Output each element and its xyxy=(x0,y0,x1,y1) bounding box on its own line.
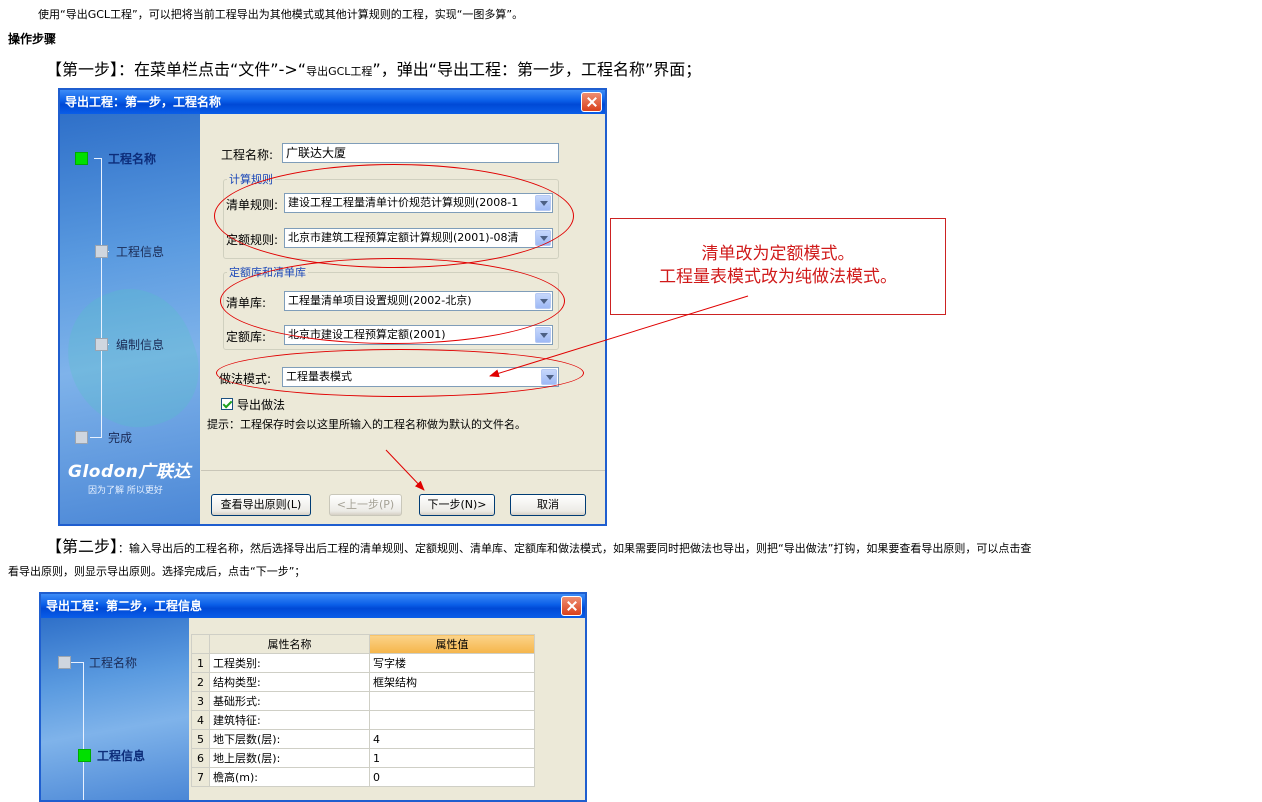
dialog2-close-icon[interactable] xyxy=(561,596,582,616)
property-value[interactable]: 框架结构 xyxy=(369,672,535,692)
property-value[interactable] xyxy=(369,710,535,730)
property-name: 檐高(m): xyxy=(209,767,370,787)
property-name: 地上层数(层): xyxy=(209,748,370,768)
table-row[interactable]: 6 地上层数(层): 1 xyxy=(191,748,535,768)
table-row[interactable]: 4 建筑特征: xyxy=(191,710,535,730)
tree-item-project-name: 工程名称 xyxy=(89,656,138,670)
arrow-to-mode xyxy=(489,295,749,378)
property-value[interactable]: 1 xyxy=(369,748,535,768)
property-value[interactable] xyxy=(369,691,535,711)
row-number: 7 xyxy=(191,767,210,787)
table-row[interactable]: 5 地下层数(层): 4 xyxy=(191,729,535,749)
row-number: 2 xyxy=(191,672,210,692)
dialog2-titlebar: 导出工程：第二步，工程信息 xyxy=(41,594,585,618)
dialog2-sidepanel: 工程名称 工程信息 xyxy=(41,618,189,800)
property-name: 工程类别: xyxy=(209,653,370,673)
step2-bracket: 【第二步】 xyxy=(46,537,119,556)
row-number: 3 xyxy=(191,691,210,711)
step2-text-cont: 看导出原则，则显示导出原则。选择完成后，点击“下一步”； xyxy=(8,565,306,578)
row-number: 6 xyxy=(191,748,210,768)
tree-node-active xyxy=(78,749,91,762)
property-name: 地下层数(层): xyxy=(209,729,370,749)
table-row[interactable]: 3 基础形式: xyxy=(191,691,535,711)
step2-text: ：输入导出后的工程名称，然后选择导出后工程的清单规则、定额规则、清单库、定额库和… xyxy=(118,542,1032,555)
dialog2-content: 属性名称 属性值 1 工程类别: 写字楼 2 结构类型: 框架结构 3 基础形式: 4 建筑特征:… xyxy=(190,618,585,800)
col-value-header: 属性值 xyxy=(369,634,535,654)
row-number: 5 xyxy=(191,729,210,749)
arrow-to-next xyxy=(385,449,425,491)
dialog2-title: 导出工程：第二步，工程信息 xyxy=(46,599,203,613)
export-dialog-step2: 导出工程：第二步，工程信息 工程名称 工程信息 属性名称 属性值 1 工程类别: 写… xyxy=(39,592,587,802)
property-value[interactable]: 写字楼 xyxy=(369,653,535,673)
property-name: 结构类型: xyxy=(209,672,370,692)
step2-line: 【第二步】：输入导出后的工程名称，然后选择导出后工程的清单规则、定额规则、清单库… xyxy=(46,536,1031,560)
property-value[interactable]: 4 xyxy=(369,729,535,749)
property-value[interactable]: 0 xyxy=(369,767,535,787)
table-corner xyxy=(191,634,210,654)
tree-node xyxy=(58,656,71,669)
table-header: 属性名称 属性值 xyxy=(191,634,535,654)
table-row[interactable]: 2 结构类型: 框架结构 xyxy=(191,672,535,692)
row-number: 4 xyxy=(191,710,210,730)
property-name: 建筑特征: xyxy=(209,710,370,730)
row-number: 1 xyxy=(191,653,210,673)
tree-item-project-info: 工程信息 xyxy=(97,749,146,763)
table-row[interactable]: 7 檐高(m): 0 xyxy=(191,767,535,787)
properties-table: 属性名称 属性值 1 工程类别: 写字楼 2 结构类型: 框架结构 3 基础形式: 4 建筑特征:… xyxy=(191,634,535,787)
property-name: 基础形式: xyxy=(209,691,370,711)
table-row[interactable]: 1 工程类别: 写字楼 xyxy=(191,653,535,673)
tree-connector xyxy=(83,662,84,800)
col-name-header: 属性名称 xyxy=(209,634,370,654)
tree-branch xyxy=(71,662,83,663)
